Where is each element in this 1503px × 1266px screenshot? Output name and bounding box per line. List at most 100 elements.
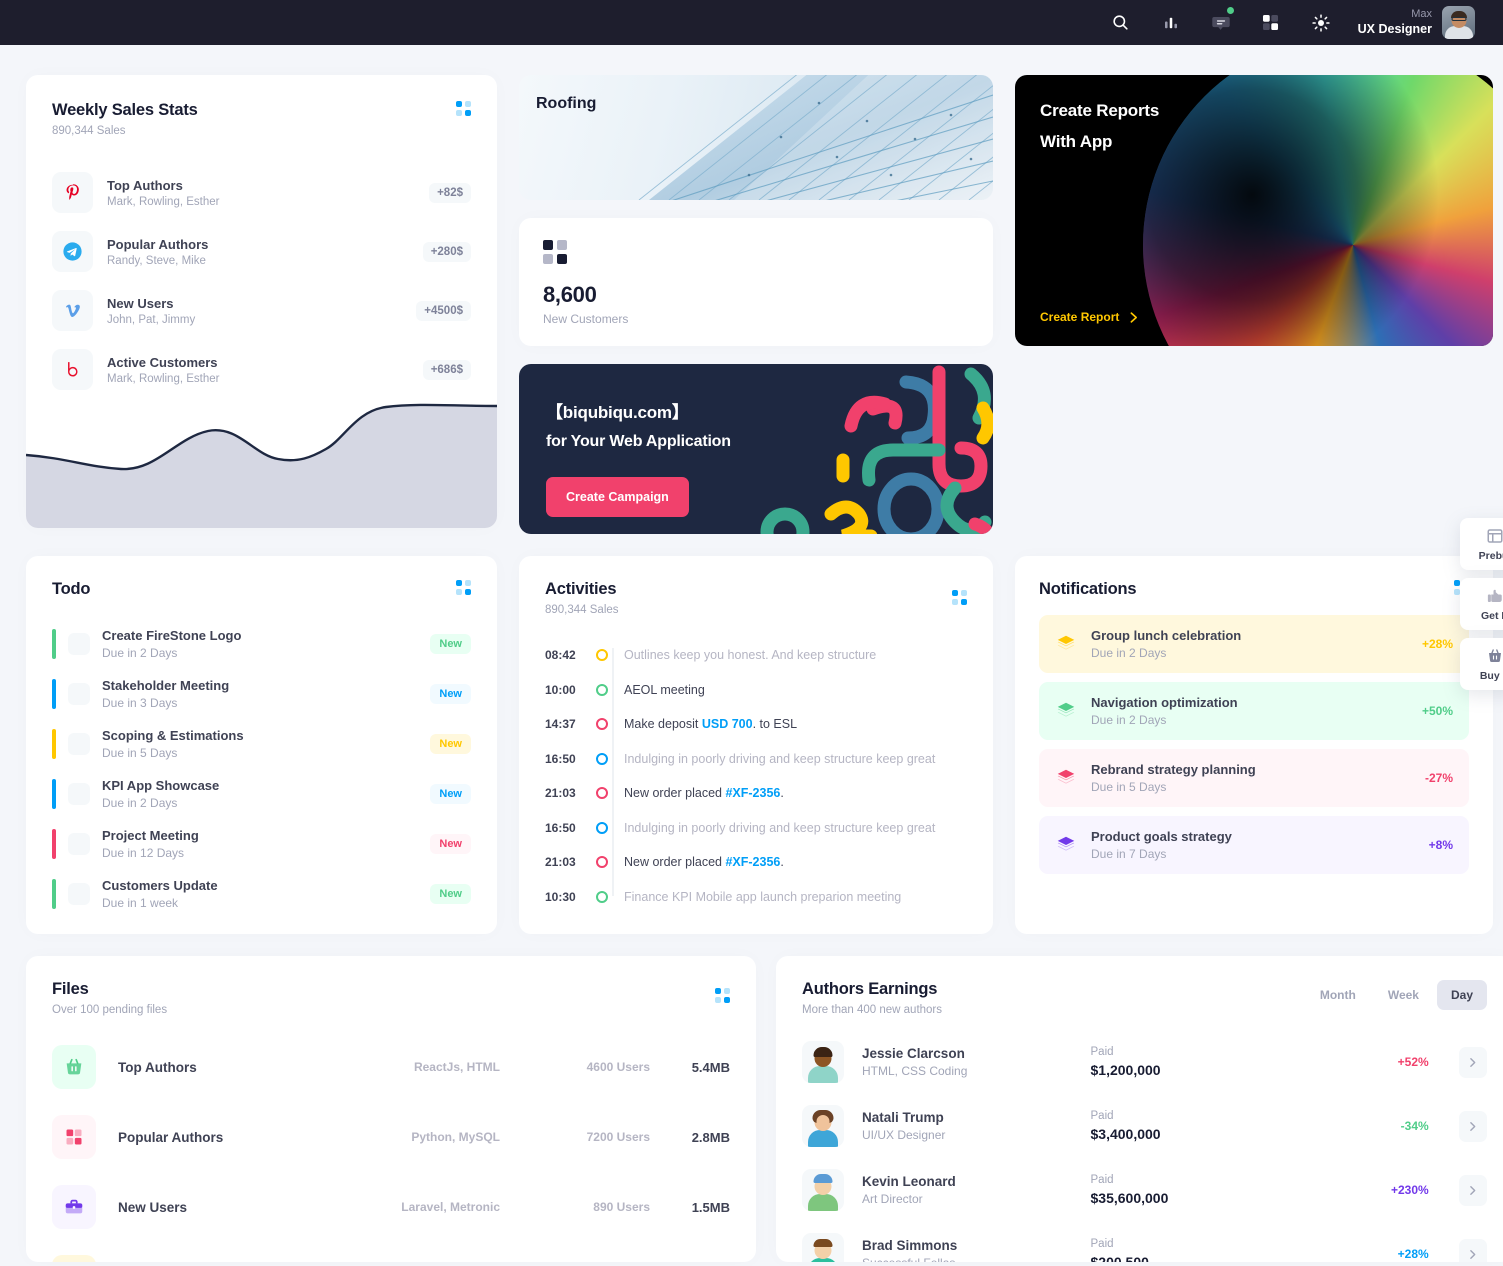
- arrow-right-icon: [1130, 311, 1138, 323]
- table-row[interactable]: Popular Authors Python, MySQL 7200 Users…: [52, 1102, 730, 1172]
- avatar[interactable]: [1442, 6, 1475, 39]
- list-item[interactable]: 08:42 Outlines keep you honest. And keep…: [545, 638, 967, 673]
- activity-text: Finance KPI Mobile app launch preparion …: [624, 889, 902, 904]
- chevron-right-icon[interactable]: [1458, 1110, 1487, 1142]
- roofing-title: Roofing: [536, 95, 597, 112]
- paid-amount: $35,600,000: [1090, 1190, 1169, 1206]
- paid-label: Paid: [1090, 1174, 1114, 1186]
- user-name: Max: [1411, 7, 1432, 20]
- weekly-sales-card: Weekly Sales Stats 890,344 Sales Top Aut…: [26, 75, 497, 528]
- prebuilt-button[interactable]: Prebui: [1460, 518, 1503, 570]
- status-badge: New: [430, 884, 471, 904]
- chart-bar-icon[interactable]: [1154, 6, 1188, 40]
- list-item[interactable]: 21:03 New order placed #XF-2356.: [545, 845, 967, 880]
- list-item-due: Due in 7 Days: [1091, 847, 1167, 861]
- table-row[interactable]: Top Authors ReactJs, HTML 4600 Users 5.4…: [52, 1032, 730, 1102]
- get-help-button[interactable]: Get H: [1460, 578, 1503, 630]
- avatar: [802, 1233, 844, 1262]
- file-tech: Python, MySQL: [411, 1130, 500, 1144]
- list-item[interactable]: Product goals strategy Due in 7 Days +8%: [1039, 816, 1469, 874]
- todo-checkbox[interactable]: [68, 633, 90, 655]
- activity-link[interactable]: USD 700: [702, 717, 753, 731]
- timeline-dot: [596, 718, 608, 731]
- chevron-right-icon[interactable]: [1458, 1174, 1487, 1206]
- user-menu[interactable]: Max UX Designer: [1358, 6, 1475, 39]
- table-row[interactable]: Jessie Clarcson HTML, CSS Coding Paid $1…: [802, 1030, 1487, 1094]
- list-item[interactable]: Group lunch celebration Due in 2 Days +2…: [1039, 615, 1469, 673]
- pinterest-icon: [52, 172, 93, 213]
- theme-sun-icon[interactable]: [1304, 6, 1338, 40]
- list-item-title: Group lunch celebration: [1091, 628, 1242, 643]
- file-tech: ReactJs, HTML: [413, 1060, 500, 1074]
- todo-checkbox[interactable]: [68, 733, 90, 755]
- card-menu-icon[interactable]: [456, 580, 471, 595]
- paid-label: Paid: [1090, 1238, 1114, 1250]
- list-item[interactable]: 16:50 Indulging in poorly driving and ke…: [545, 742, 967, 777]
- status-badge: +82$: [429, 182, 471, 203]
- list-item[interactable]: Rebrand strategy planning Due in 5 Days …: [1039, 749, 1469, 807]
- list-item[interactable]: Top Authors Mark, Rowling, Esther +82$: [52, 163, 471, 222]
- chevron-right-icon[interactable]: [1458, 1238, 1487, 1262]
- list-item-title: Customers Update: [102, 878, 218, 893]
- files-card: Files Over 100 pending files Top Authors: [26, 956, 756, 1262]
- list-item[interactable]: 14:37 Make deposit USD 700. to ESL: [545, 707, 967, 742]
- activity-link[interactable]: #XF-2356: [725, 786, 780, 800]
- roofing-image: [638, 75, 993, 200]
- card-menu-icon[interactable]: [456, 101, 471, 116]
- table-row[interactable]: Active Customers AngularJS, C# 4600 User…: [52, 1242, 730, 1262]
- file-users: 890 Users: [593, 1200, 650, 1214]
- table-row[interactable]: Natali Trump UI/UX Designer Paid $3,400,…: [802, 1094, 1487, 1158]
- list-item[interactable]: Create FireStone Logo Due in 2 Days New: [52, 619, 471, 669]
- list-item-title: Scoping & Estimations: [102, 728, 244, 743]
- list-item-title: KPI App Showcase: [102, 778, 220, 793]
- card-menu-icon[interactable]: [715, 988, 730, 1003]
- list-item[interactable]: Project Meeting Due in 12 Days New: [52, 819, 471, 869]
- list-item-text: Project Meeting Due in 12 Days: [102, 828, 418, 860]
- thumbs-up-icon: [1487, 589, 1502, 602]
- list-item[interactable]: Popular Authors Randy, Steve, Mike +280$: [52, 222, 471, 281]
- buy-now-button[interactable]: Buy N: [1460, 638, 1503, 690]
- file-tech: Laravel, Metronic: [401, 1200, 500, 1214]
- list-item[interactable]: 10:30 Finance KPI Mobile app launch prep…: [545, 880, 967, 915]
- list-item[interactable]: 16:50 Indulging in poorly driving and ke…: [545, 811, 967, 846]
- search-icon[interactable]: [1104, 6, 1138, 40]
- chat-icon[interactable]: [1204, 6, 1238, 40]
- list-item-title: Rebrand strategy planning: [1091, 762, 1256, 777]
- list-item[interactable]: New Users John, Pat, Jimmy +4500$: [52, 281, 471, 340]
- card-menu-icon[interactable]: [952, 590, 967, 605]
- list-item[interactable]: Scoping & Estimations Due in 5 Days New: [52, 719, 471, 769]
- tab-day[interactable]: Day: [1436, 980, 1487, 1010]
- list-item-text: KPI App Showcase Due in 2 Days: [102, 778, 418, 810]
- paid-amount: $200,500: [1090, 1254, 1149, 1262]
- middle-row: Todo Create FireStone Logo Due in 2 Days…: [26, 556, 1493, 934]
- create-campaign-button[interactable]: Create Campaign: [546, 477, 689, 517]
- chevron-right-icon[interactable]: [1458, 1046, 1487, 1078]
- list-item[interactable]: Stakeholder Meeting Due in 3 Days New: [52, 669, 471, 719]
- priority-bar: [52, 779, 56, 809]
- tab-week[interactable]: Week: [1374, 980, 1433, 1010]
- table-row[interactable]: Kevin Leonard Art Director Paid $35,600,…: [802, 1158, 1487, 1222]
- file-size: 5.4MB: [691, 1059, 730, 1075]
- table-row[interactable]: New Users Laravel, Metronic 890 Users 1.…: [52, 1172, 730, 1242]
- get-help-label: Get H: [1480, 610, 1503, 622]
- create-report-link[interactable]: Create Report: [1040, 310, 1140, 324]
- list-item[interactable]: Customers Update Due in 1 week New: [52, 869, 471, 919]
- apps-grid-icon[interactable]: [1254, 6, 1288, 40]
- table-row[interactable]: Brad Simmons Successful Fellas Paid $200…: [802, 1222, 1487, 1262]
- todo-checkbox[interactable]: [68, 833, 90, 855]
- list-item[interactable]: KPI App Showcase Due in 2 Days New: [52, 769, 471, 819]
- decorative-pattern: [760, 365, 993, 534]
- activity-link[interactable]: #XF-2356: [725, 855, 780, 869]
- list-item[interactable]: 21:03 New order placed #XF-2356.: [545, 776, 967, 811]
- tab-month[interactable]: Month: [1306, 980, 1370, 1010]
- author-info: Brad Simmons Successful Fellas: [862, 1238, 1091, 1262]
- list-item-text: Top Authors Mark, Rowling, Esther: [107, 178, 415, 208]
- list-item[interactable]: Navigation optimization Due in 2 Days +5…: [1039, 682, 1469, 740]
- activity-text: Indulging in poorly driving and keep str…: [624, 751, 936, 766]
- roofing-card[interactable]: Roofing: [519, 75, 993, 200]
- list-item[interactable]: 10:00 AEOL meeting: [545, 673, 967, 708]
- floating-toolbar: Prebui Get H Buy N: [1460, 518, 1503, 690]
- todo-checkbox[interactable]: [68, 783, 90, 805]
- todo-checkbox[interactable]: [68, 683, 90, 705]
- todo-checkbox[interactable]: [68, 883, 90, 905]
